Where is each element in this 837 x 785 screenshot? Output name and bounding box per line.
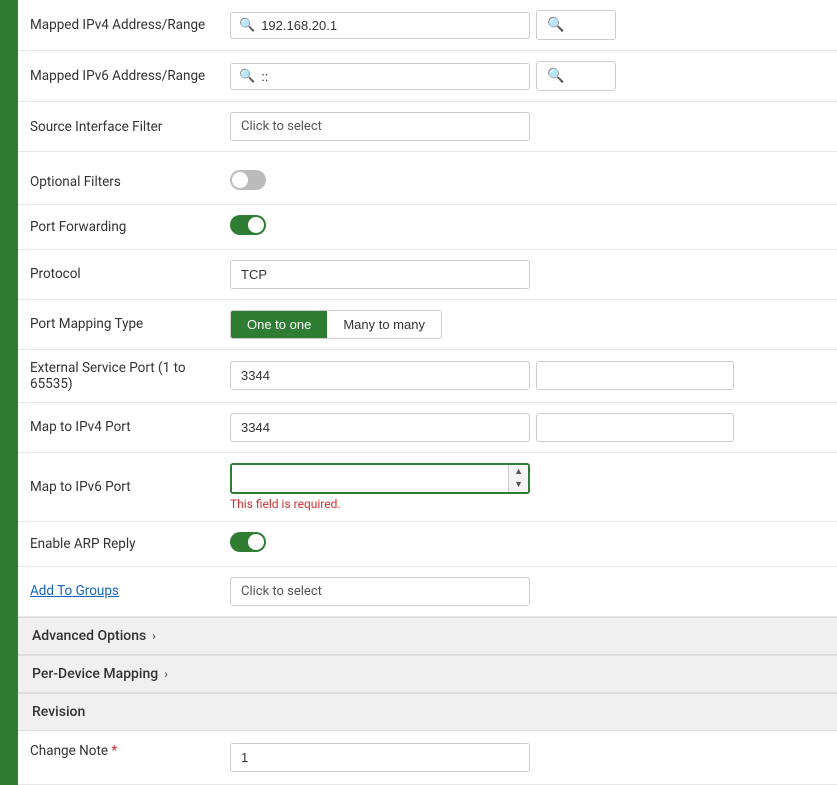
map-to-ipv6-label: Map to IPv6 Port <box>30 479 131 495</box>
enable-arp-toggle[interactable] <box>230 532 266 552</box>
advanced-options-chevron: › <box>152 629 156 643</box>
mapped-ipv6-inputs: 🔍 🔍 <box>230 61 825 91</box>
mapped-ipv6-search-icon: 🔍 <box>239 69 255 84</box>
optional-filters-row: Optional Filters <box>18 160 837 205</box>
spinbox-up-btn[interactable]: ▲ <box>509 465 528 479</box>
external-service-port-row: External Service Port (1 to 65535) <box>18 349 837 402</box>
spinbox-buttons: ▲ ▼ <box>508 465 528 492</box>
enable-arp-knob <box>248 534 264 550</box>
mapped-ipv6-search-wrapper[interactable]: 🔍 <box>230 63 530 90</box>
optional-filters-label: Optional Filters <box>30 174 121 190</box>
spacer-row <box>18 152 837 160</box>
mapped-ipv4-input[interactable] <box>261 18 521 33</box>
add-to-groups-row: Add To Groups Click to select <box>18 566 837 616</box>
enable-arp-row: Enable ARP Reply <box>18 521 837 566</box>
port-mapping-type-group: One to one Many to many <box>230 310 442 339</box>
enable-arp-label: Enable ARP Reply <box>30 536 136 552</box>
mapped-ipv4-label: Mapped IPv4 Address/Range <box>30 17 205 33</box>
mapped-ipv4-row: Mapped IPv4 Address/Range 🔍 🔍 <box>18 0 837 51</box>
port-mapping-type-row: Port Mapping Type One to one Many to man… <box>18 299 837 349</box>
revision-form-table: Change Note * <box>18 731 837 785</box>
change-note-label: Change Note <box>30 743 108 759</box>
mapped-ipv6-row: Mapped IPv6 Address/Range 🔍 🔍 <box>18 51 837 102</box>
protocol-row: Protocol <box>18 249 837 299</box>
mapped-ipv6-extra-search[interactable]: 🔍 <box>536 61 616 91</box>
external-service-port-label: External Service Port (1 to 65535) <box>30 360 186 392</box>
mapped-ipv4-inputs: 🔍 🔍 <box>230 10 825 40</box>
form-table: Mapped IPv4 Address/Range 🔍 🔍 <box>18 0 837 617</box>
external-service-port-input-2[interactable] <box>536 361 734 390</box>
mapped-ipv4-extra-search-icon: 🔍 <box>547 17 564 33</box>
protocol-input[interactable] <box>230 260 530 289</box>
map-to-ipv4-label: Map to IPv4 Port <box>30 419 131 435</box>
change-note-input[interactable] <box>230 743 530 772</box>
mapped-ipv6-input[interactable] <box>261 69 521 84</box>
port-forwarding-label: Port Forwarding <box>30 219 126 235</box>
port-forwarding-row: Port Forwarding <box>18 204 837 249</box>
optional-filters-toggle[interactable] <box>230 170 266 190</box>
mapped-ipv4-search-icon: 🔍 <box>239 18 255 33</box>
per-device-mapping-label: Per-Device Mapping <box>32 666 158 682</box>
map-to-ipv6-input[interactable] <box>232 465 508 492</box>
add-to-groups-label[interactable]: Add To Groups <box>30 583 119 599</box>
mapped-ipv6-extra-search-icon: 🔍 <box>547 68 564 84</box>
add-to-groups-select[interactable]: Click to select <box>230 577 530 606</box>
port-forwarding-knob <box>248 217 264 233</box>
page-wrapper: Mapped IPv4 Address/Range 🔍 🔍 <box>0 0 837 785</box>
map-to-ipv6-row: Map to IPv6 Port ▲ ▼ This field is requi… <box>18 452 837 521</box>
external-port-inputs <box>230 361 825 390</box>
advanced-options-header[interactable]: Advanced Options › <box>18 617 837 655</box>
map-to-ipv6-spinbox[interactable]: ▲ ▼ <box>230 463 530 494</box>
change-note-required-star: * <box>111 743 117 759</box>
ipv6-error-text: This field is required. <box>230 497 825 511</box>
content-area: Mapped IPv4 Address/Range 🔍 🔍 <box>18 0 837 785</box>
port-mapping-many-to-many[interactable]: Many to many <box>327 311 441 338</box>
source-interface-row: Source Interface Filter Click to select <box>18 102 837 152</box>
spinbox-down-btn[interactable]: ▼ <box>509 478 528 492</box>
per-device-mapping-header[interactable]: Per-Device Mapping › <box>18 655 837 693</box>
optional-filters-knob <box>232 172 248 188</box>
protocol-label: Protocol <box>30 266 81 282</box>
per-device-mapping-chevron: › <box>164 667 168 681</box>
sidebar-accent <box>0 0 18 785</box>
source-interface-label: Source Interface Filter <box>30 119 162 135</box>
map-to-ipv4-input[interactable] <box>230 413 530 442</box>
mapped-ipv6-label: Mapped IPv6 Address/Range <box>30 68 205 84</box>
port-mapping-type-label: Port Mapping Type <box>30 316 143 332</box>
port-forwarding-toggle[interactable] <box>230 215 266 235</box>
revision-header: Revision <box>18 693 837 731</box>
map-ipv4-inputs <box>230 413 825 442</box>
source-interface-select[interactable]: Click to select <box>230 112 530 141</box>
change-note-row: Change Note * <box>18 731 837 785</box>
map-to-ipv4-input-2[interactable] <box>536 413 734 442</box>
external-service-port-input[interactable] <box>230 361 530 390</box>
mapped-ipv4-extra-search[interactable]: 🔍 <box>536 10 616 40</box>
mapped-ipv4-search-wrapper[interactable]: 🔍 <box>230 12 530 39</box>
port-mapping-one-to-one[interactable]: One to one <box>231 311 327 338</box>
map-to-ipv4-row: Map to IPv4 Port <box>18 402 837 452</box>
advanced-options-label: Advanced Options <box>32 628 146 644</box>
